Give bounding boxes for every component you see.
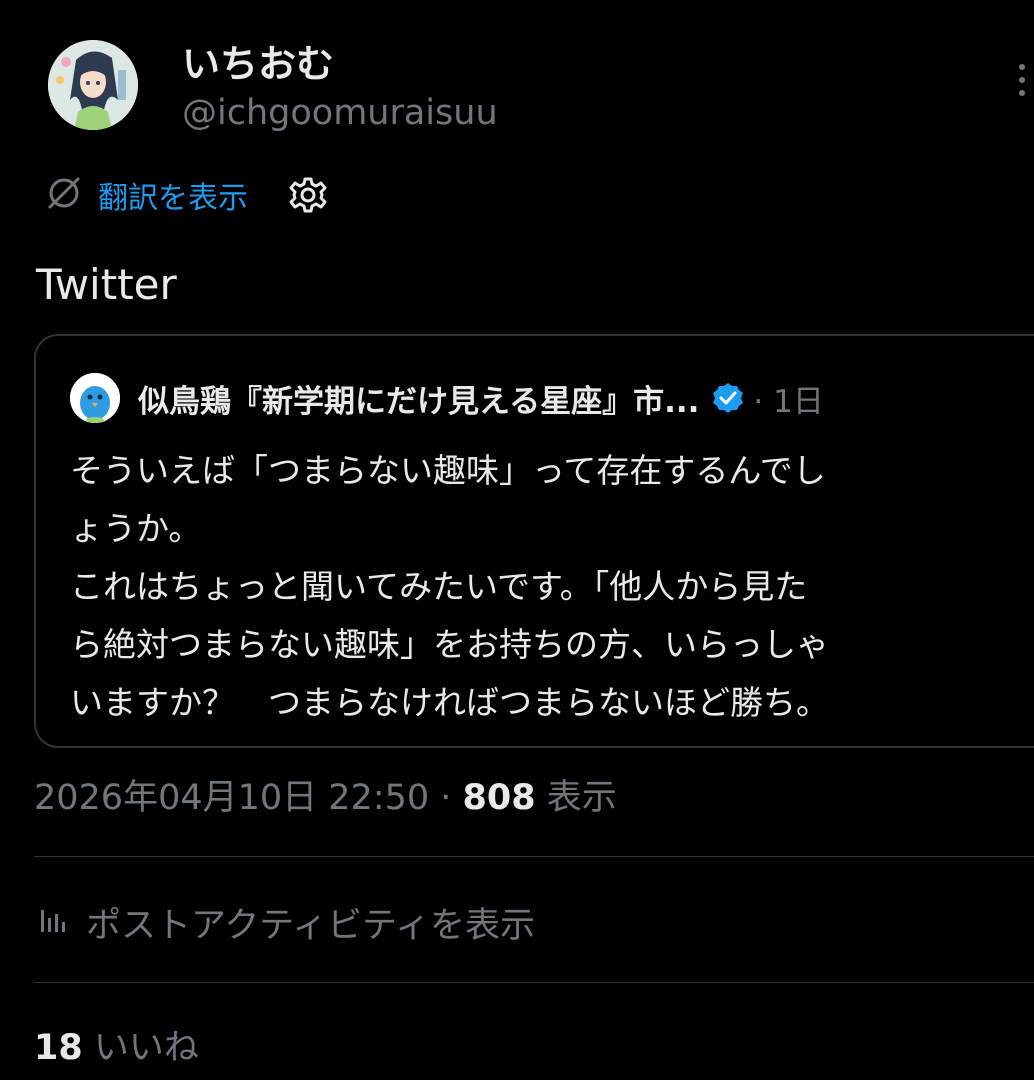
quoted-author-avatar[interactable] [70,373,120,423]
quoted-post-line: そういえば「つまらない趣味」って存在するんでし [70,451,826,490]
translate-slash-icon [44,173,84,217]
post-activity-label: ポストアクティビティを表示 [86,905,536,946]
quoted-author-name[interactable]: 似鳥鶏『新学期にだけ見える星座』市... [138,376,699,421]
quoted-post-time: · 1日 [753,383,824,420]
post-meta: 2026年04月10日 22:50 · 808 表示 [34,774,617,822]
divider [34,982,1034,983]
gear-icon[interactable] [288,175,328,215]
author-handle[interactable]: @ichgoomuraisuu [182,90,498,136]
likes-count: 18 [34,1028,83,1068]
likes-label: いいね [82,1028,199,1068]
post-timestamp[interactable]: 2026年04月10日 22:50 · [34,778,463,818]
view-count: 808 [462,778,536,818]
post-activity-button[interactable]: ポストアクティビティを表示 [38,896,535,948]
quoted-post-line: いますか？ つまらなければつまらないほど勝ち。 [70,683,829,722]
author-display-name[interactable]: いちおむ [182,40,334,88]
quoted-post-line: これはちょっと聞いてみたいです。「他人から見た [70,567,808,606]
quoted-post-line: ら絶対つまらない趣味」をお持ちの方、いらっしゃ [70,625,829,664]
translate-label: 翻訳を表示 [98,181,248,216]
bar-chart-icon [38,904,70,940]
quoted-post-body: そういえば「つまらない趣味」って存在するんでし ょうか。 これはちょっと聞いてみ… [70,442,1010,732]
more-vertical-icon[interactable] [1010,60,1034,100]
verified-badge-icon [711,381,745,415]
likes-count-link[interactable]: 18 いいね [34,1024,199,1072]
divider [34,856,1034,857]
view-label: 表示 [535,778,617,818]
translate-row: 翻訳を表示 [44,172,328,218]
quoted-post-header: 似鳥鶏『新学期にだけ見える星座』市... · 1日 [70,372,824,424]
author-avatar[interactable] [48,40,138,130]
quoted-post-card[interactable]: 似鳥鶏『新学期にだけ見える星座』市... · 1日 そういえば「つまらない趣味」… [34,334,1034,748]
translate-button[interactable]: 翻訳を表示 [44,173,248,217]
quoted-post-line: ょうか。 [70,509,202,548]
tweet-text: Twitter [36,260,177,309]
